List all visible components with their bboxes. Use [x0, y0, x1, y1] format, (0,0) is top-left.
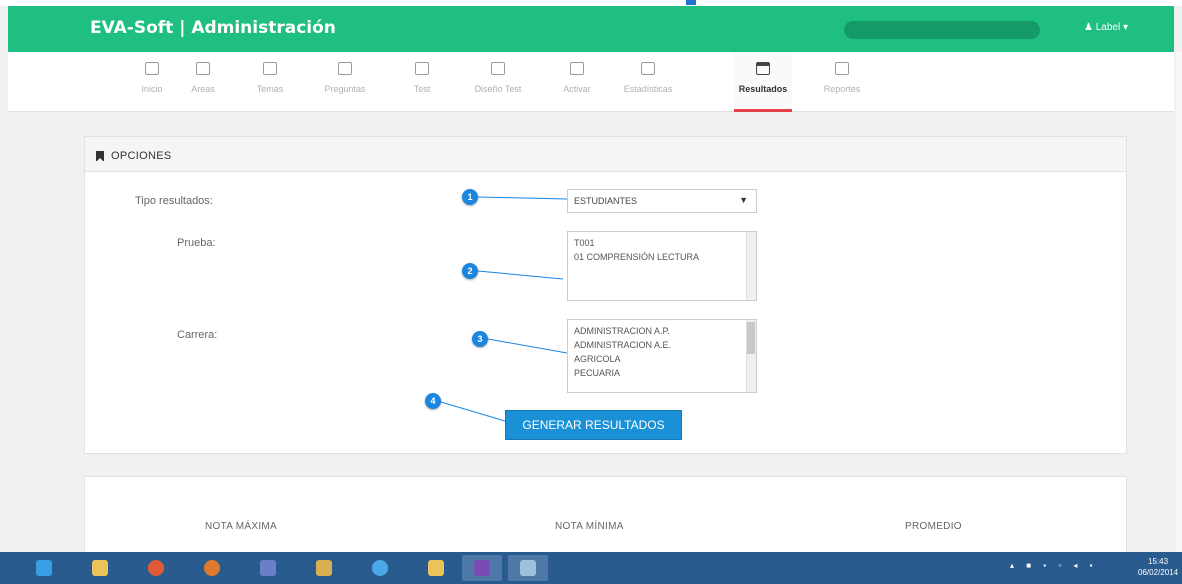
carrera-label: Carrera:	[177, 329, 218, 341]
list-icon	[263, 62, 277, 75]
tab-label: Reportes	[823, 84, 861, 94]
book-icon	[415, 62, 429, 75]
tab-label: Test	[413, 84, 431, 94]
visual-studio-taskbar-button[interactable]	[462, 555, 502, 581]
list-item[interactable]: ADMINISTRACION A.E.	[574, 338, 750, 352]
chart-icon	[641, 62, 655, 75]
scroll-thumb[interactable]	[747, 322, 755, 354]
panel-title: OPCIONES	[111, 150, 172, 162]
chrome-taskbar-button[interactable]	[136, 555, 176, 581]
windows-taskbar: ▴ ■ ▪ ▫ ◂ ▪ 15:43 06/02/2014	[0, 552, 1182, 584]
tab-label: Temas	[256, 84, 284, 94]
explorer-taskbar-button[interactable]	[80, 555, 120, 581]
generate-results-button[interactable]: GENERAR RESULTADOS	[505, 410, 682, 440]
folder-icon	[92, 560, 108, 576]
tab-temas[interactable]: Temas	[238, 52, 302, 112]
average-label: PROMEDIO	[905, 521, 962, 532]
wrench-icon	[491, 62, 505, 75]
tab-diseno-test[interactable]: Diseño Test	[466, 52, 530, 112]
prueba-listbox[interactable]: T001 01 COMPRENSIÓN LECTURA	[567, 231, 757, 301]
tab-label: Activar	[563, 84, 591, 94]
callout-marker: 4	[425, 393, 441, 409]
max-score-label: NOTA MÁXIMA	[205, 521, 278, 532]
browser-taskbar-button[interactable]	[360, 555, 400, 581]
calendar-icon	[756, 62, 770, 75]
list-item[interactable]: PECUARIA	[574, 366, 750, 380]
checkbox-icon	[338, 62, 352, 75]
tab-estadisticas[interactable]: Estadísticas	[616, 52, 680, 112]
page-scrollbar[interactable]	[1176, 52, 1182, 552]
scrollbar[interactable]	[746, 320, 756, 392]
tab-label: Estadísticas	[623, 84, 673, 94]
navbar: EVA-Soft | Administración ♟ Label ▾	[8, 6, 1174, 52]
tipo-resultados-select[interactable]: ESTUDIANTES ▼	[567, 189, 757, 213]
tab-label: Areas	[191, 84, 215, 94]
internet-explorer-icon	[36, 560, 52, 576]
tipo-resultados-label: Tipo resultados:	[135, 195, 213, 207]
firefox-icon	[204, 560, 220, 576]
tab-areas[interactable]: Areas	[171, 52, 235, 112]
tab-label: Preguntas	[324, 84, 366, 94]
user-menu[interactable]: ♟ Label ▾	[1084, 22, 1128, 33]
app-brand[interactable]: EVA-Soft | Administración	[90, 18, 336, 38]
app-taskbar-button[interactable]	[248, 555, 288, 581]
connector-line	[477, 196, 568, 200]
dropdown-arrow-icon: ▼	[739, 195, 748, 205]
visual-studio-icon	[474, 560, 490, 576]
scrollbar[interactable]	[746, 232, 756, 300]
tab-preguntas[interactable]: Preguntas	[313, 52, 377, 112]
web-taskbar-button[interactable]	[508, 555, 548, 581]
tab-label: Resultados	[738, 84, 788, 94]
tab-activar[interactable]: Activar	[545, 52, 609, 112]
connector-line	[487, 338, 568, 354]
tab-test[interactable]: Test	[390, 52, 454, 112]
user-icon	[570, 62, 584, 75]
prueba-label: Prueba:	[177, 237, 216, 249]
edit-icon	[196, 62, 210, 75]
results-summary-panel: NOTA MÁXIMA NOTA MÍNIMA PROMEDIO	[84, 476, 1127, 556]
blue-mark	[686, 0, 696, 5]
files-taskbar-button[interactable]	[416, 555, 456, 581]
callout-marker: 2	[462, 263, 478, 279]
tab-label: Diseño Test	[474, 84, 522, 94]
chrome-icon	[148, 560, 164, 576]
connector-line	[477, 270, 564, 280]
search-input[interactable]	[844, 21, 1040, 39]
carrera-listbox[interactable]: ADMINISTRACION A.P. ADMINISTRACION A.E. …	[567, 319, 757, 393]
browser-icon	[372, 560, 388, 576]
tool-taskbar-button[interactable]	[304, 555, 344, 581]
firefox-taskbar-button[interactable]	[192, 555, 232, 581]
select-value: ESTUDIANTES	[574, 196, 638, 206]
list-item[interactable]: T001	[574, 236, 750, 250]
min-score-label: NOTA MÍNIMA	[555, 521, 624, 532]
callout-marker: 1	[462, 189, 478, 205]
system-tray[interactable]: ▴ ■ ▪ ▫ ◂ ▪	[1010, 561, 1097, 570]
tool-icon	[316, 560, 332, 576]
connector-line	[440, 401, 506, 422]
folder-icon	[428, 560, 444, 576]
list-item[interactable]: 01 COMPRENSIÓN LECTURA	[574, 250, 750, 264]
chart-icon	[835, 62, 849, 75]
taskbar-clock[interactable]: 15:43 06/02/2014	[1138, 556, 1178, 578]
tab-resultados[interactable]: Resultados	[734, 52, 792, 112]
bookmark-icon	[96, 151, 104, 162]
clock-time: 15:43	[1148, 557, 1169, 566]
dashboard-icon	[145, 62, 159, 75]
options-panel: OPCIONES Tipo resultados: ESTUDIANTES ▼ …	[84, 136, 1127, 454]
app-icon	[260, 560, 276, 576]
panel-header: OPCIONES	[85, 137, 1126, 172]
web-icon	[520, 560, 536, 576]
module-toolbar: Inicio Areas Temas Preguntas Test Diseño…	[8, 52, 1174, 112]
tab-reportes[interactable]: Reportes	[810, 52, 874, 112]
list-item[interactable]: AGRICOLA	[574, 352, 750, 366]
clock-date: 06/02/2014	[1138, 568, 1179, 577]
list-item[interactable]: ADMINISTRACION A.P.	[574, 324, 750, 338]
ie-taskbar-button[interactable]	[24, 555, 64, 581]
callout-marker: 3	[472, 331, 488, 347]
